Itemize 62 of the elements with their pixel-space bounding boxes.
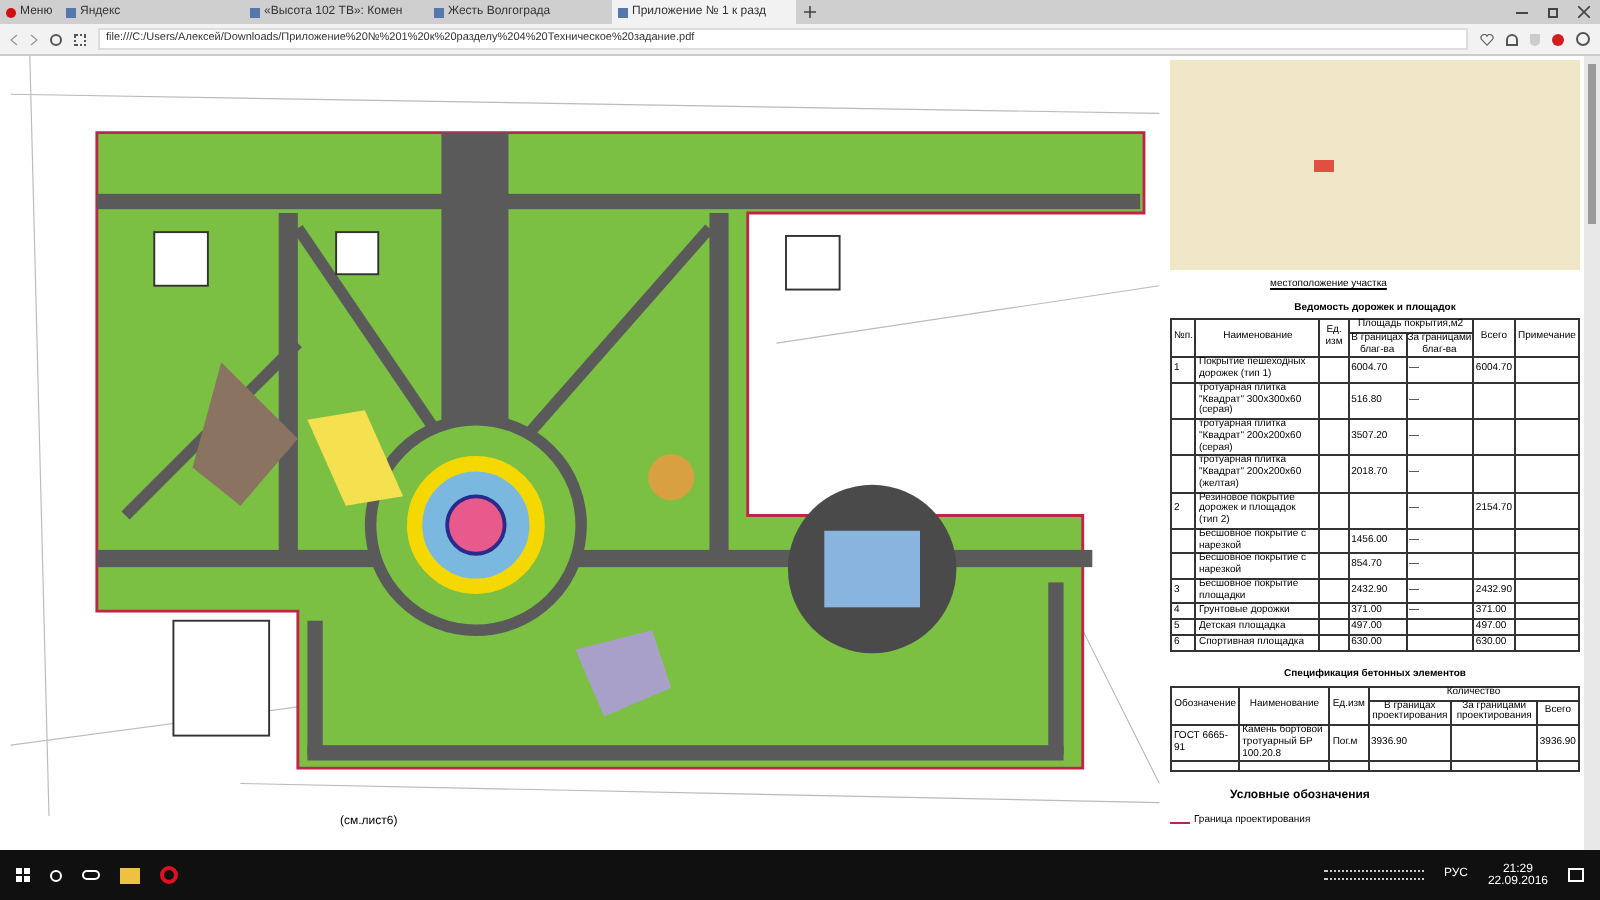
heart-icon[interactable] <box>1480 33 1494 45</box>
forward-icon[interactable] <box>30 33 38 45</box>
table-cell <box>1171 419 1196 456</box>
scroll-thumb[interactable] <box>1588 64 1596 224</box>
close-icon[interactable] <box>1578 6 1590 18</box>
table-cell <box>1319 382 1349 419</box>
grid-icon[interactable] <box>74 33 86 45</box>
table-cell <box>1319 635 1349 652</box>
table-cell <box>1515 528 1579 554</box>
table-cell <box>1171 382 1196 419</box>
table-cell <box>1319 528 1349 554</box>
headphones-icon[interactable] <box>1506 33 1518 45</box>
table-cell <box>1171 455 1196 492</box>
windows-start-icon[interactable] <box>16 868 30 882</box>
table-cell <box>1515 382 1579 419</box>
table-cell <box>1515 419 1579 456</box>
site-marker-icon <box>1314 160 1334 172</box>
table-cell <box>1319 553 1349 579</box>
page-icon <box>618 7 628 17</box>
maximize-icon[interactable] <box>1548 7 1558 17</box>
extension-icon[interactable] <box>1552 33 1564 45</box>
table-cell <box>1515 635 1579 652</box>
reload-icon[interactable] <box>50 33 62 45</box>
table-cell <box>1319 603 1349 620</box>
page-icon <box>66 7 76 17</box>
table-cell <box>1319 578 1349 604</box>
table-cell <box>1319 455 1349 492</box>
notification-icon[interactable] <box>1568 868 1584 882</box>
table-cell <box>1472 382 1515 419</box>
table-cell <box>1348 492 1407 529</box>
page-icon <box>250 7 260 17</box>
page-icon <box>434 7 444 17</box>
minimize-icon[interactable] <box>1516 11 1528 13</box>
table-cell <box>1406 635 1473 652</box>
table-cell <box>1472 419 1515 456</box>
table-cell <box>1472 553 1515 579</box>
table-cell <box>1319 419 1349 456</box>
new-tab-icon[interactable] <box>804 6 816 18</box>
table-cell <box>1319 492 1349 529</box>
task-view-icon[interactable] <box>82 870 100 880</box>
table-cell <box>1515 357 1579 383</box>
table-cell <box>1515 578 1579 604</box>
download-icon[interactable] <box>1576 32 1590 46</box>
table-cell <box>1515 553 1579 579</box>
table-cell <box>1319 357 1349 383</box>
table-cell <box>1515 492 1579 529</box>
scrollbar[interactable] <box>1584 56 1600 850</box>
table-cell <box>1472 528 1515 554</box>
table-cell <box>1515 455 1579 492</box>
table-cell <box>1472 455 1515 492</box>
back-icon[interactable] <box>10 33 18 45</box>
table-cell <box>1171 553 1196 579</box>
opera-icon[interactable] <box>160 866 178 884</box>
table-cell <box>1515 619 1579 636</box>
table-cell <box>1319 619 1349 636</box>
opera-logo-icon <box>6 7 16 17</box>
table-cell <box>1515 603 1579 620</box>
table-cell <box>1171 528 1196 554</box>
folder-icon[interactable] <box>120 867 140 883</box>
table-cell <box>1406 619 1473 636</box>
search-icon[interactable] <box>50 869 62 881</box>
boundary-line-icon <box>1170 821 1190 823</box>
